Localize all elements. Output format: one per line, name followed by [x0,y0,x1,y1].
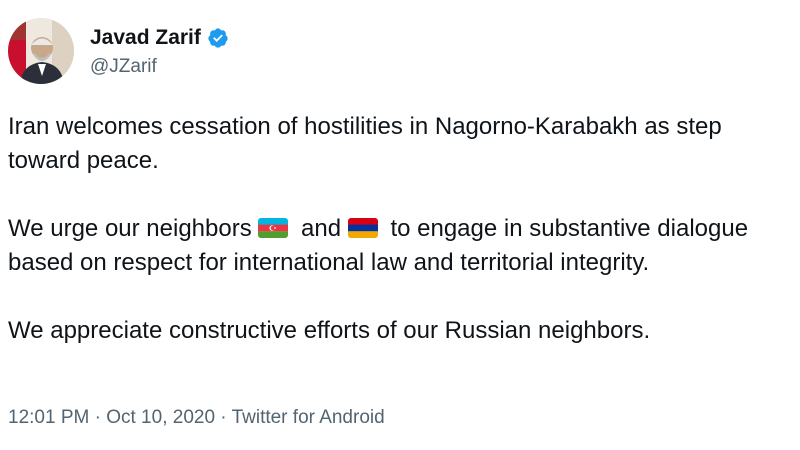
separator: · [220,407,227,428]
armenia-flag-icon [347,218,378,238]
tweet-text: Iran welcomes cessation of hostilities i… [8,110,798,348]
tweet-header: Javad Zarif @JZarif [8,18,229,84]
paragraph-2-part-1: We urge our neighbors [8,215,252,242]
paragraph-1: Iran welcomes cessation of hostilities i… [8,113,722,174]
author-display-name[interactable]: Javad Zarif [90,25,201,51]
tweet-source[interactable]: Twitter for Android [232,407,385,428]
author-names: Javad Zarif @JZarif [90,25,229,78]
tweet-card: Javad Zarif @JZarif Iran welcomes cessat… [0,0,800,450]
separator: · [94,407,101,428]
author-handle[interactable]: @JZarif [90,56,229,78]
paragraph-2: We urge our neighbors and to engage in s… [8,212,798,280]
azerbaijan-flag-icon [258,218,289,238]
tweet-date[interactable]: Oct 10, 2020 [106,407,215,428]
tweet-metadata: 12:01 PM · Oct 10, 2020 · Twitter for An… [8,406,385,430]
profile-photo [8,18,74,84]
paragraph-3: We appreciate constructive efforts of ou… [8,317,651,344]
paragraph-2-and: and [301,215,342,242]
avatar[interactable] [8,18,74,84]
verified-badge-icon [207,27,229,49]
tweet-time[interactable]: 12:01 PM [8,407,89,428]
name-row: Javad Zarif [90,25,229,51]
